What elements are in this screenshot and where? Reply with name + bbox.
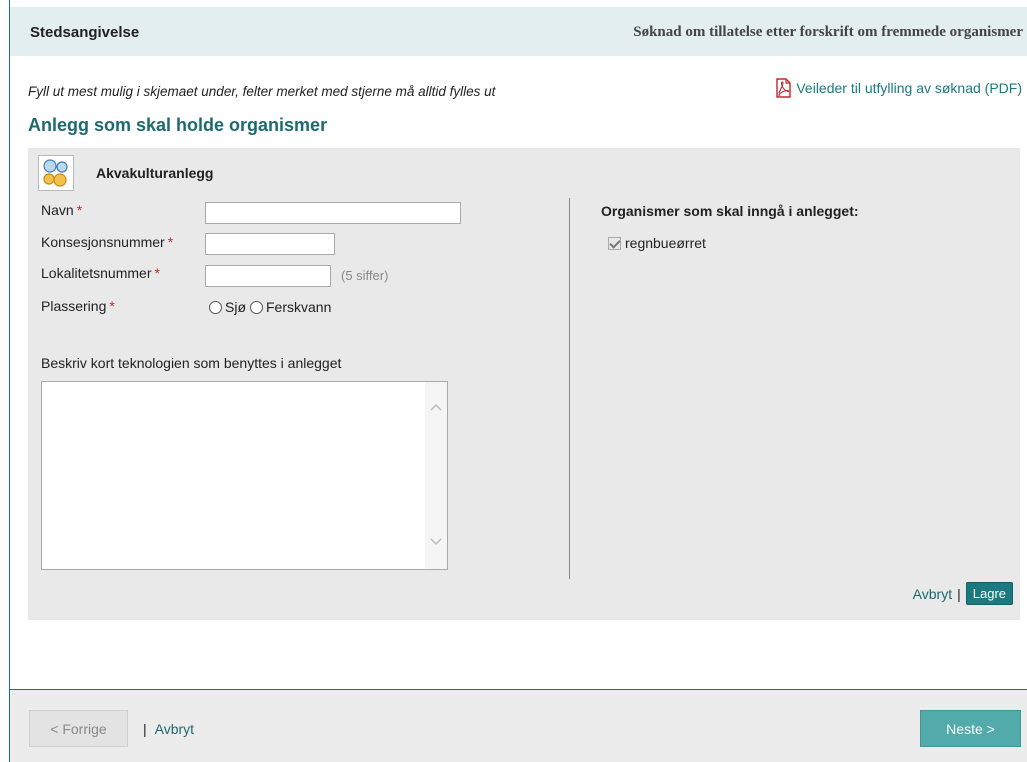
konsesjonsnummer-label: Konsesjonsnummer * (41, 234, 174, 250)
required-marker: * (154, 265, 160, 281)
separator: | (143, 721, 147, 737)
radio-sjo[interactable] (209, 300, 222, 314)
navn-input[interactable] (205, 202, 461, 224)
page-header: Stedsangivelse Søknad om tillatelse ette… (10, 7, 1027, 56)
plassering-radio-group: Sjø Ferskvann (209, 299, 335, 315)
previous-button[interactable]: < Forrige (29, 710, 128, 747)
separator: | (957, 585, 961, 602)
organism-label: regnbueørret (625, 235, 706, 251)
technology-label: Beskriv kort teknologien som benyttes i … (41, 355, 342, 371)
column-divider (569, 198, 570, 579)
page-title: Stedsangivelse (30, 24, 140, 41)
wizard-footer: < Forrige | Avbryt Neste > (10, 689, 1027, 762)
radio-ferskvann[interactable] (250, 300, 263, 314)
next-button[interactable]: Neste > (920, 710, 1021, 747)
guide-pdf-link[interactable]: Veileder til utfylling av søknad (PDF) (774, 78, 1022, 98)
guide-pdf-label: Veileder til utfylling av søknad (PDF) (796, 80, 1022, 96)
panel-cancel-link[interactable]: Avbryt (913, 586, 952, 602)
panel-actions: Avbryt | Lagre (913, 582, 1013, 605)
chevron-up-icon[interactable] (430, 402, 442, 412)
organism-item: regnbueørret (608, 235, 706, 251)
pdf-icon (774, 78, 792, 98)
aquaculture-icon (38, 155, 74, 191)
required-marker: * (167, 234, 174, 250)
footer-links: | Avbryt (143, 721, 194, 737)
navn-label: Navn * (41, 202, 83, 218)
konsesjonsnummer-input[interactable] (205, 233, 335, 255)
lokalitetsnummer-label: Lokalitetsnummer * (41, 265, 160, 281)
radio-sjo-label[interactable]: Sjø (225, 299, 246, 315)
section-title: Anlegg som skal holde organismer (28, 115, 328, 135)
save-button[interactable]: Lagre (965, 582, 1013, 605)
required-marker: * (76, 202, 83, 218)
facility-panel: Akvakulturanlegg Navn * Konsesjonsnummer *… (28, 148, 1020, 620)
required-marker: * (109, 298, 115, 314)
lokalitetsnummer-input[interactable] (205, 265, 331, 287)
technology-textarea[interactable] (41, 381, 448, 570)
lokalitetsnummer-hint: (5 siffer) (341, 268, 389, 283)
radio-ferskvann-label[interactable]: Ferskvann (266, 299, 331, 315)
form-instructions: Fyll ut mest mulig i skjemaet under, fel… (28, 84, 496, 99)
chevron-down-icon[interactable] (430, 537, 442, 547)
footer-cancel-link[interactable]: Avbryt (155, 721, 194, 737)
panel-title: Akvakulturanlegg (96, 165, 214, 181)
application-title: Søknad om tillatelse etter forskrift om … (633, 24, 1023, 40)
organism-checkbox[interactable] (608, 236, 621, 250)
textarea-scrollbar[interactable] (425, 382, 447, 569)
organisms-title: Organismer som skal inngå i anlegget: (601, 203, 859, 219)
plassering-label: Plassering * (41, 298, 115, 314)
